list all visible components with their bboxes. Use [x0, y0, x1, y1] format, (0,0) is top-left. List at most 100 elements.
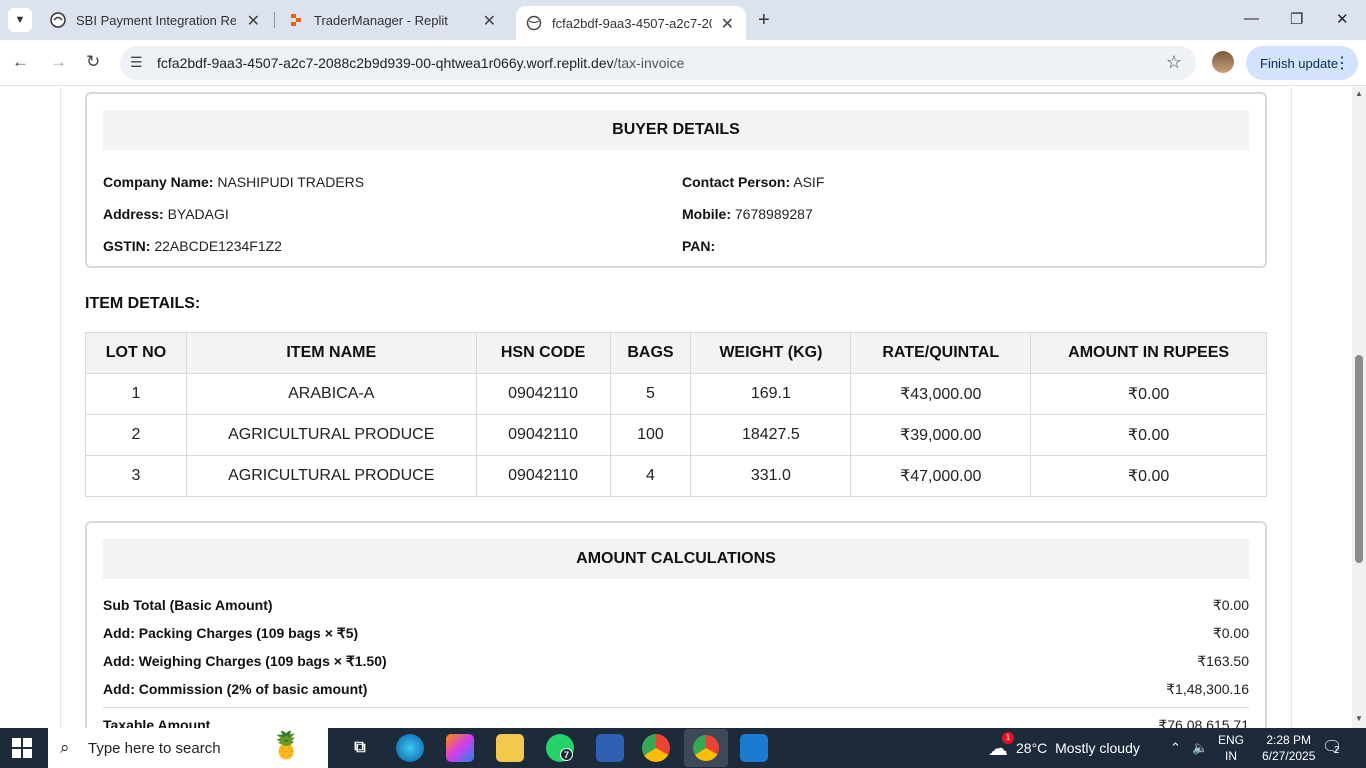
more-menu-icon[interactable]: ⋮ — [1334, 53, 1350, 73]
buyer-details-heading: BUYER DETAILS — [103, 110, 1249, 150]
notification-center-icon[interactable]: 🗨 2 — [1322, 737, 1342, 757]
file-explorer-icon[interactable] — [496, 734, 524, 762]
reload-icon[interactable]: ↻ — [86, 52, 100, 72]
tab-separator — [274, 12, 275, 28]
clock-time: 2:28 PM — [1266, 733, 1312, 747]
address-bar[interactable]: ☰ fcfa2bdf-9aa3-4507-a2c7-2088c2b9d939-0… — [120, 46, 1196, 80]
table-cell: 1 — [85, 373, 187, 415]
weather-widget[interactable]: ☁ 1 28°C Mostly cloudy — [988, 728, 1140, 768]
tab-trader-manager[interactable]: TraderManager - Replit ✕ — [278, 0, 508, 40]
news-app-icon[interactable] — [596, 734, 624, 762]
table-cell: 09042110 — [475, 455, 611, 497]
item-details-heading: ITEM DETAILS: — [85, 295, 201, 312]
close-icon[interactable]: ✕ — [721, 14, 734, 34]
back-arrow-icon[interactable]: ← — [12, 52, 29, 72]
whatsapp-badge: 7 — [560, 748, 573, 761]
calc-label: Add: Packing Charges (109 bags × ₹5) — [103, 625, 359, 641]
window-close-icon[interactable]: ✕ — [1336, 10, 1349, 28]
contact-person-label: Contact Person: — [682, 174, 791, 190]
profile-avatar[interactable] — [1212, 51, 1234, 73]
table-cell: 169.1 — [690, 373, 852, 415]
tab-search-button[interactable]: ▼ — [8, 8, 32, 32]
table-cell: 5 — [609, 373, 692, 415]
table-cell: 2 — [85, 414, 187, 456]
system-clock[interactable]: 2:28 PM 6/27/2025 — [1262, 732, 1315, 764]
windows-start-icon[interactable] — [12, 738, 32, 758]
scroll-up-icon[interactable]: ▲ — [1355, 89, 1363, 98]
clock-date: 6/27/2025 — [1262, 749, 1316, 763]
chrome-icon[interactable] — [642, 734, 670, 762]
mobile-field: Mobile: 7678989287 — [682, 206, 813, 222]
close-icon[interactable]: ✕ — [483, 11, 496, 31]
table-cell: ₹39,000.00 — [850, 414, 1032, 456]
tray-chevron-icon[interactable]: ⌃ — [1170, 728, 1181, 768]
language-code: ENG — [1218, 733, 1245, 747]
pan-field: PAN: — [682, 238, 715, 254]
table-cell: 18427.5 — [690, 414, 852, 456]
language-indicator[interactable]: ENG IN — [1218, 732, 1244, 764]
minimize-icon[interactable]: — — [1244, 10, 1259, 27]
weather-condition: Mostly cloudy — [1055, 740, 1140, 756]
calc-value: ₹1,48,300.16 — [1166, 681, 1249, 697]
column-header: RATE/QUINTAL — [850, 332, 1032, 374]
table-cell: ARABICA-A — [185, 373, 477, 415]
address-field: Address: BYADAGI — [103, 206, 229, 222]
calc-label: Sub Total (Basic Amount) — [103, 597, 273, 613]
forward-arrow-icon[interactable]: → — [50, 52, 67, 72]
copilot-icon[interactable] — [446, 734, 474, 762]
table-cell: 331.0 — [690, 455, 852, 497]
scroll-down-icon[interactable]: ▼ — [1355, 714, 1363, 723]
restore-icon[interactable]: ❐ — [1290, 10, 1303, 28]
region-code: IN — [1225, 749, 1237, 763]
gstin-label: GSTIN: — [103, 238, 151, 254]
calc-row-packing: Add: Packing Charges (109 bags × ₹5) ₹0.… — [103, 625, 1249, 647]
item-details-table: LOT NO ITEM NAME HSN CODE BAGS WEIGHT (K… — [85, 332, 1267, 497]
calc-label: Add: Weighing Charges (109 bags × ₹1.50) — [103, 653, 387, 669]
company-name-field: Company Name: NASHIPUDI TRADERS — [103, 174, 364, 190]
table-cell: 09042110 — [475, 414, 611, 456]
new-tab-plus-icon[interactable]: + — [758, 9, 770, 32]
windows-taskbar: ⌕ Type here to search 🍍 ⧉ 7 ☁ 1 28°C Most… — [0, 728, 1366, 768]
table-cell: 100 — [609, 414, 692, 456]
close-icon[interactable]: ✕ — [247, 11, 260, 31]
calc-value: ₹0.00 — [1212, 597, 1249, 613]
tab-tax-invoice-active[interactable]: fcfa2bdf-9aa3-4507-a2c7-2088 ✕ — [516, 6, 746, 40]
edge-icon[interactable] — [396, 734, 424, 762]
chevron-down-icon: ▼ — [14, 14, 26, 26]
site-info-icon[interactable]: ☰ — [130, 54, 143, 71]
table-cell: ₹47,000.00 — [850, 455, 1032, 497]
table-cell: AGRICULTURAL PRODUCE — [185, 414, 477, 456]
whatsapp-icon[interactable]: 7 — [546, 734, 574, 762]
table-cell: ₹0.00 — [1030, 414, 1267, 456]
weather-badge: 1 — [1002, 731, 1014, 744]
column-header: WEIGHT (KG) — [690, 332, 852, 374]
scrollbar-thumb[interactable] — [1355, 355, 1363, 563]
tab-sbi-payment[interactable]: SBI Payment Integration Replit ✕ — [40, 0, 272, 40]
calc-label: Taxable Amount — [103, 717, 211, 728]
pan-label: PAN: — [682, 238, 716, 254]
taskbar-search-box[interactable]: ⌕ Type here to search 🍍 — [48, 728, 328, 768]
finish-update-label: Finish update — [1260, 55, 1339, 71]
weather-temperature: 28°C — [1016, 740, 1048, 756]
volume-icon[interactable]: 🔈 — [1192, 728, 1208, 768]
finish-update-button[interactable]: Finish update ⋮ — [1246, 46, 1358, 80]
contact-person-value: ASIF — [793, 174, 825, 190]
url-host: fcfa2bdf-9aa3-4507-a2c7-2088c2b9d939-00-… — [157, 55, 614, 71]
mobile-value: 7678989287 — [734, 206, 813, 222]
contact-person-field: Contact Person: ASIF — [682, 174, 824, 190]
task-view-icon[interactable]: ⧉ — [346, 734, 374, 762]
cloud-icon: ☁ 1 — [988, 731, 1014, 761]
company-name-label: Company Name: — [103, 174, 214, 190]
calc-label: Add: Commission (2% of basic amount) — [103, 681, 368, 697]
bookmark-star-icon[interactable]: ☆ — [1166, 52, 1182, 73]
table-header-row: LOT NO ITEM NAME HSN CODE BAGS WEIGHT (K… — [85, 332, 1267, 374]
calc-row-taxable: Taxable Amount ₹76,08,615.71 — [103, 717, 1249, 728]
tab-strip: ▼ SBI Payment Integration Replit ✕ Trade… — [0, 0, 1366, 40]
photos-icon[interactable] — [740, 734, 768, 762]
table-row: 2 AGRICULTURAL PRODUCE 09042110 100 1842… — [85, 414, 1267, 456]
company-name-value: NASHIPUDI TRADERS — [217, 174, 365, 190]
page-scrollbar[interactable]: ▲ ▼ — [1352, 87, 1366, 728]
chrome-active-icon[interactable] — [684, 729, 728, 767]
buyer-details-card: BUYER DETAILS Company Name: NASHIPUDI TR… — [85, 92, 1267, 268]
calc-row-commission: Add: Commission (2% of basic amount) ₹1,… — [103, 681, 1249, 703]
